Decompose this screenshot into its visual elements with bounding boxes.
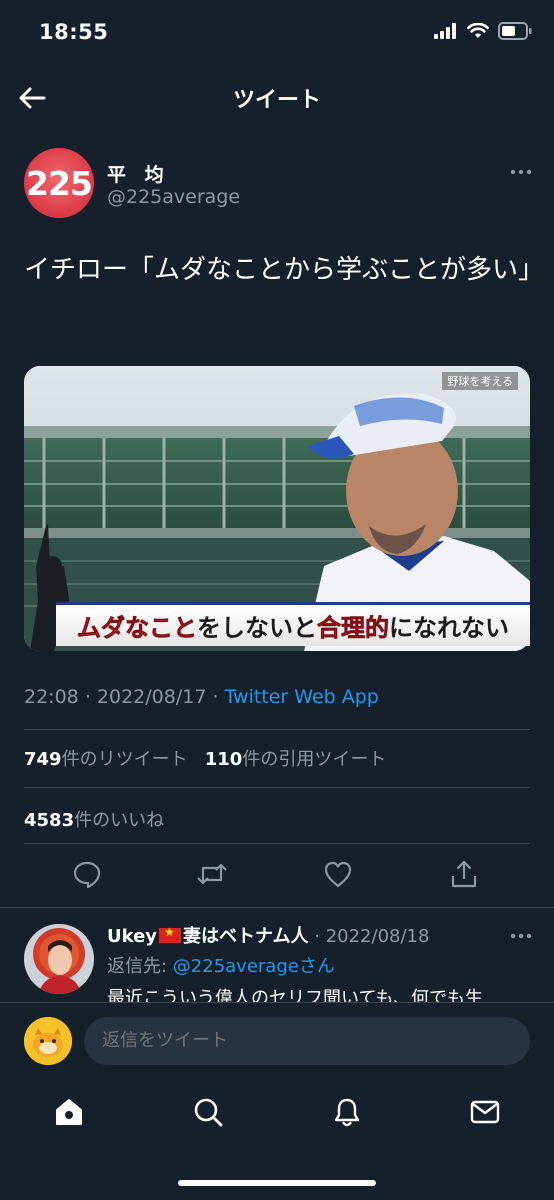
retweet-icon bbox=[197, 863, 227, 885]
meta-separator: · bbox=[212, 686, 219, 708]
media-watermark: 野球を考える bbox=[442, 372, 518, 390]
top-header: ツイート bbox=[0, 66, 554, 130]
battery-icon bbox=[498, 22, 532, 40]
tab-home[interactable] bbox=[51, 1094, 87, 1130]
reply-avatar-photo bbox=[24, 924, 94, 994]
mail-icon bbox=[470, 1100, 500, 1124]
like-button[interactable] bbox=[321, 856, 355, 892]
status-bar: 18:55 bbox=[0, 0, 554, 66]
quotes-count: 110 bbox=[204, 749, 243, 770]
my-avatar-image bbox=[24, 1017, 72, 1065]
retweet-button[interactable] bbox=[195, 856, 229, 892]
caption-part: 合理的 bbox=[317, 614, 390, 643]
tab-messages[interactable] bbox=[467, 1094, 503, 1130]
retweets-count: 749 bbox=[24, 749, 62, 770]
reply-more-button[interactable] bbox=[506, 926, 536, 946]
tweet-date: 2022/08/17 bbox=[96, 686, 207, 708]
home-icon bbox=[56, 1099, 82, 1125]
divider bbox=[24, 787, 530, 788]
reply-composer bbox=[0, 1002, 554, 1080]
reply-name-suffix: 妻はベトナム人 bbox=[183, 926, 309, 947]
caption-part: になれない bbox=[389, 614, 509, 642]
author-avatar[interactable]: 225 bbox=[24, 148, 94, 218]
author-handle[interactable]: @225average bbox=[107, 186, 240, 208]
tweet-time: 22:08 bbox=[24, 686, 79, 708]
heart-icon bbox=[324, 861, 352, 888]
reply-input[interactable] bbox=[84, 1017, 530, 1065]
retweets-label: 件のリツイート bbox=[61, 749, 188, 770]
quotes-link[interactable]: 110件の引用ツイート bbox=[205, 749, 387, 770]
divider bbox=[24, 843, 530, 844]
tweet-meta: 22:08 · 2022/08/17 · Twitter Web App bbox=[24, 686, 379, 708]
caption-part: をしないと bbox=[197, 614, 317, 642]
reply-to-label: 返信先: bbox=[107, 956, 173, 977]
share-icon bbox=[451, 860, 477, 888]
tweet-actions bbox=[0, 856, 554, 896]
quotes-label: 件の引用ツイート bbox=[242, 749, 387, 770]
tweet-source-link[interactable]: Twitter Web App bbox=[225, 686, 379, 708]
reply-avatar[interactable] bbox=[24, 924, 94, 994]
reply-header: Ukey 妻はベトナム人 · 2022/08/18 bbox=[107, 922, 429, 948]
tweet-text: イチロー「ムダなことから学ぶことが多い」 bbox=[24, 255, 545, 285]
more-dots-icon bbox=[510, 169, 532, 175]
page-title: ツイート bbox=[232, 88, 321, 113]
likes-count: 4583 bbox=[24, 810, 75, 831]
search-icon bbox=[194, 1098, 223, 1127]
divider bbox=[24, 729, 530, 730]
reply-to-line: 返信先: @225averageさん bbox=[107, 952, 335, 978]
reply-button[interactable] bbox=[70, 856, 104, 892]
media-caption-bar: ムダなこと をしないと 合理的 になれない bbox=[56, 602, 530, 646]
wifi-icon bbox=[467, 23, 489, 38]
vietnam-flag-icon bbox=[159, 925, 182, 943]
reply-to-mention[interactable]: @225averageさん bbox=[173, 956, 335, 977]
retweet-stats: 749件のリツイート 110件の引用ツイート bbox=[24, 745, 386, 771]
tweet-detail-screen: 18:55 ツイート 225 平 均 @225average イチロー「ムダなこ… bbox=[0, 0, 554, 1200]
likes-label: 件のいいね bbox=[74, 810, 165, 831]
more-dots-icon bbox=[510, 933, 532, 939]
tab-notifications[interactable] bbox=[329, 1094, 365, 1130]
tab-search[interactable] bbox=[190, 1094, 226, 1130]
reply-date: · 2022/08/18 bbox=[314, 926, 430, 947]
reply-bubble-icon bbox=[73, 861, 101, 889]
cellular-signal-icon bbox=[434, 23, 456, 39]
reply-text: 最近こういう偉人のセリフ聞いても、何でも生 bbox=[107, 988, 484, 1004]
status-time: 18:55 bbox=[39, 20, 109, 44]
my-avatar[interactable] bbox=[24, 1017, 72, 1065]
tweet-more-button[interactable] bbox=[506, 160, 536, 184]
bell-icon bbox=[334, 1098, 360, 1127]
status-icons bbox=[434, 22, 532, 40]
reply-author-name[interactable]: Ukey 妻はベトナム人 bbox=[107, 925, 309, 947]
reply-name-prefix: Ukey bbox=[107, 926, 158, 947]
divider bbox=[0, 907, 554, 908]
author-name[interactable]: 平 均 bbox=[107, 160, 170, 187]
retweets-link[interactable]: 749件のリツイート bbox=[24, 749, 188, 770]
meta-separator: · bbox=[84, 686, 91, 708]
likes-stats[interactable]: 4583件のいいね bbox=[24, 806, 164, 832]
home-indicator[interactable] bbox=[178, 1180, 376, 1186]
share-button[interactable] bbox=[447, 856, 481, 892]
caption-part: ムダなこと bbox=[77, 614, 198, 643]
